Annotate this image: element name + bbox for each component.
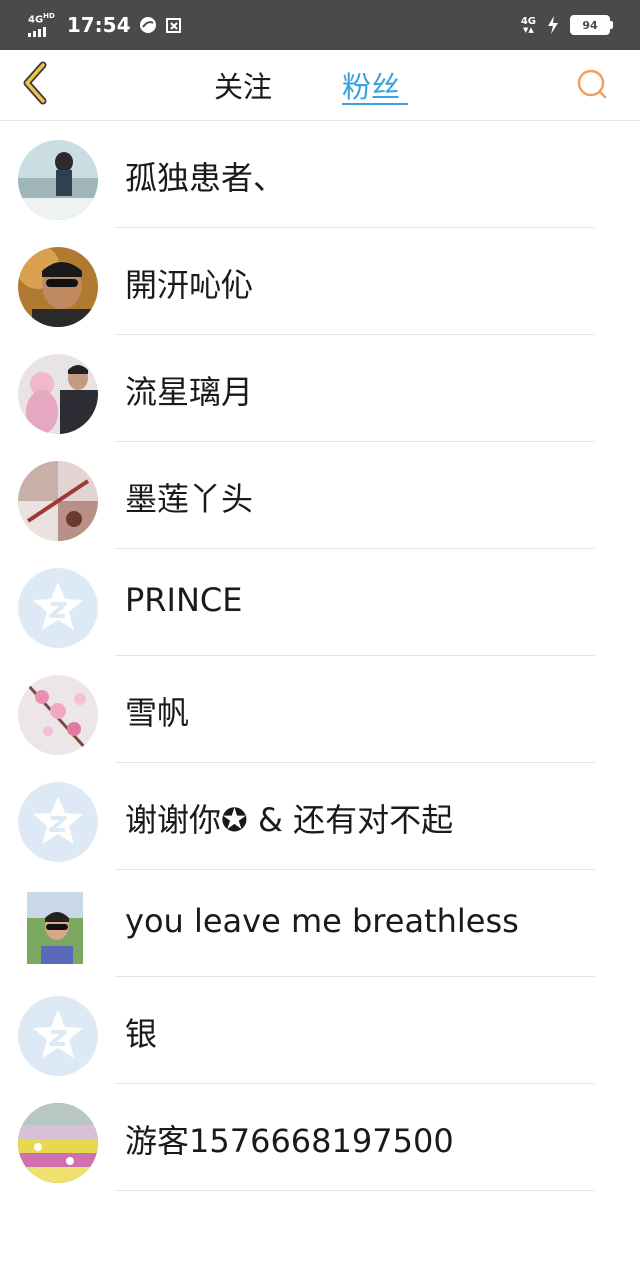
chevron-left-icon — [23, 61, 47, 105]
status-right: 4G ▼▲ 94 — [520, 12, 613, 38]
avatar — [18, 247, 98, 327]
avatar — [18, 461, 98, 541]
active-tab-indicator — [342, 103, 408, 105]
fan-name: 谢谢你✪ & 还有对不起 — [125, 801, 454, 839]
charging-icon — [544, 16, 562, 34]
avatar — [18, 675, 98, 755]
list-item[interactable]: you leave me breathless — [0, 870, 640, 977]
list-item[interactable]: PRINCE — [0, 549, 640, 656]
default-avatar — [18, 996, 98, 1076]
qq-default-avatar-icon — [18, 782, 98, 862]
top-nav-bar: 关注 粉丝 — [0, 50, 640, 121]
qq-default-avatar-icon — [18, 996, 98, 1076]
avatar — [18, 354, 98, 434]
battery-icon: 94 — [570, 15, 613, 35]
battery-level: 94 — [582, 18, 598, 32]
fan-name: 開汧吣伈 — [125, 266, 254, 304]
list-item[interactable]: 孤独患者、 — [0, 121, 640, 228]
network-type: 4G — [28, 14, 44, 26]
avatar — [18, 1103, 98, 1183]
network-sup: HD — [43, 12, 55, 21]
app-notification-icon — [139, 16, 157, 34]
search-button[interactable] — [572, 64, 612, 104]
tab-following[interactable]: 关注 — [214, 64, 272, 106]
fan-name: 银 — [125, 1015, 158, 1053]
fan-name: 墨莲丫头 — [125, 480, 254, 518]
fan-name: PRINCE — [125, 581, 243, 619]
mobile-data-icon: 4G ▼▲ — [520, 15, 536, 34]
screenshot-icon — [165, 16, 183, 34]
fan-name: 雪帆 — [125, 694, 190, 732]
list-item[interactable]: 墨莲丫头 — [0, 442, 640, 549]
clock: 17:54 — [66, 13, 131, 37]
list-item[interactable]: 流星璃月 — [0, 335, 640, 442]
list-item[interactable]: 银 — [0, 977, 640, 1084]
search-icon — [577, 69, 607, 99]
list-item[interactable]: 開汧吣伈 — [0, 228, 640, 335]
fan-name: you leave me breathless — [125, 902, 519, 940]
fans-list: 孤独患者、 開汧吣伈 流星璃月 墨莲丫头 PRINCE 雪帆 谢谢你✪ & 还有… — [0, 121, 640, 1191]
avatar — [27, 892, 83, 964]
signal-indicator: 4GHD — [28, 12, 55, 37]
list-item[interactable]: 游客1576668197500 — [0, 1084, 640, 1191]
list-item[interactable]: 谢谢你✪ & 还有对不起 — [0, 763, 640, 870]
back-button[interactable] — [14, 58, 54, 108]
qq-default-avatar-icon — [18, 568, 98, 648]
status-left: 4GHD 17:54 — [28, 10, 183, 40]
divider — [115, 1190, 595, 1191]
avatar — [18, 140, 98, 220]
default-avatar — [18, 568, 98, 648]
fan-name: 孤独患者、 — [125, 159, 286, 197]
default-avatar — [18, 782, 98, 862]
signal-bars-icon — [28, 26, 46, 37]
tab-fans[interactable]: 粉丝 — [342, 64, 400, 106]
fan-name: 流星璃月 — [125, 373, 254, 411]
status-bar: 4GHD 17:54 4G ▼▲ 94 — [0, 0, 640, 50]
fan-name: 游客1576668197500 — [125, 1122, 454, 1160]
network-type-right: 4G — [520, 15, 536, 27]
list-item[interactable]: 雪帆 — [0, 656, 640, 763]
